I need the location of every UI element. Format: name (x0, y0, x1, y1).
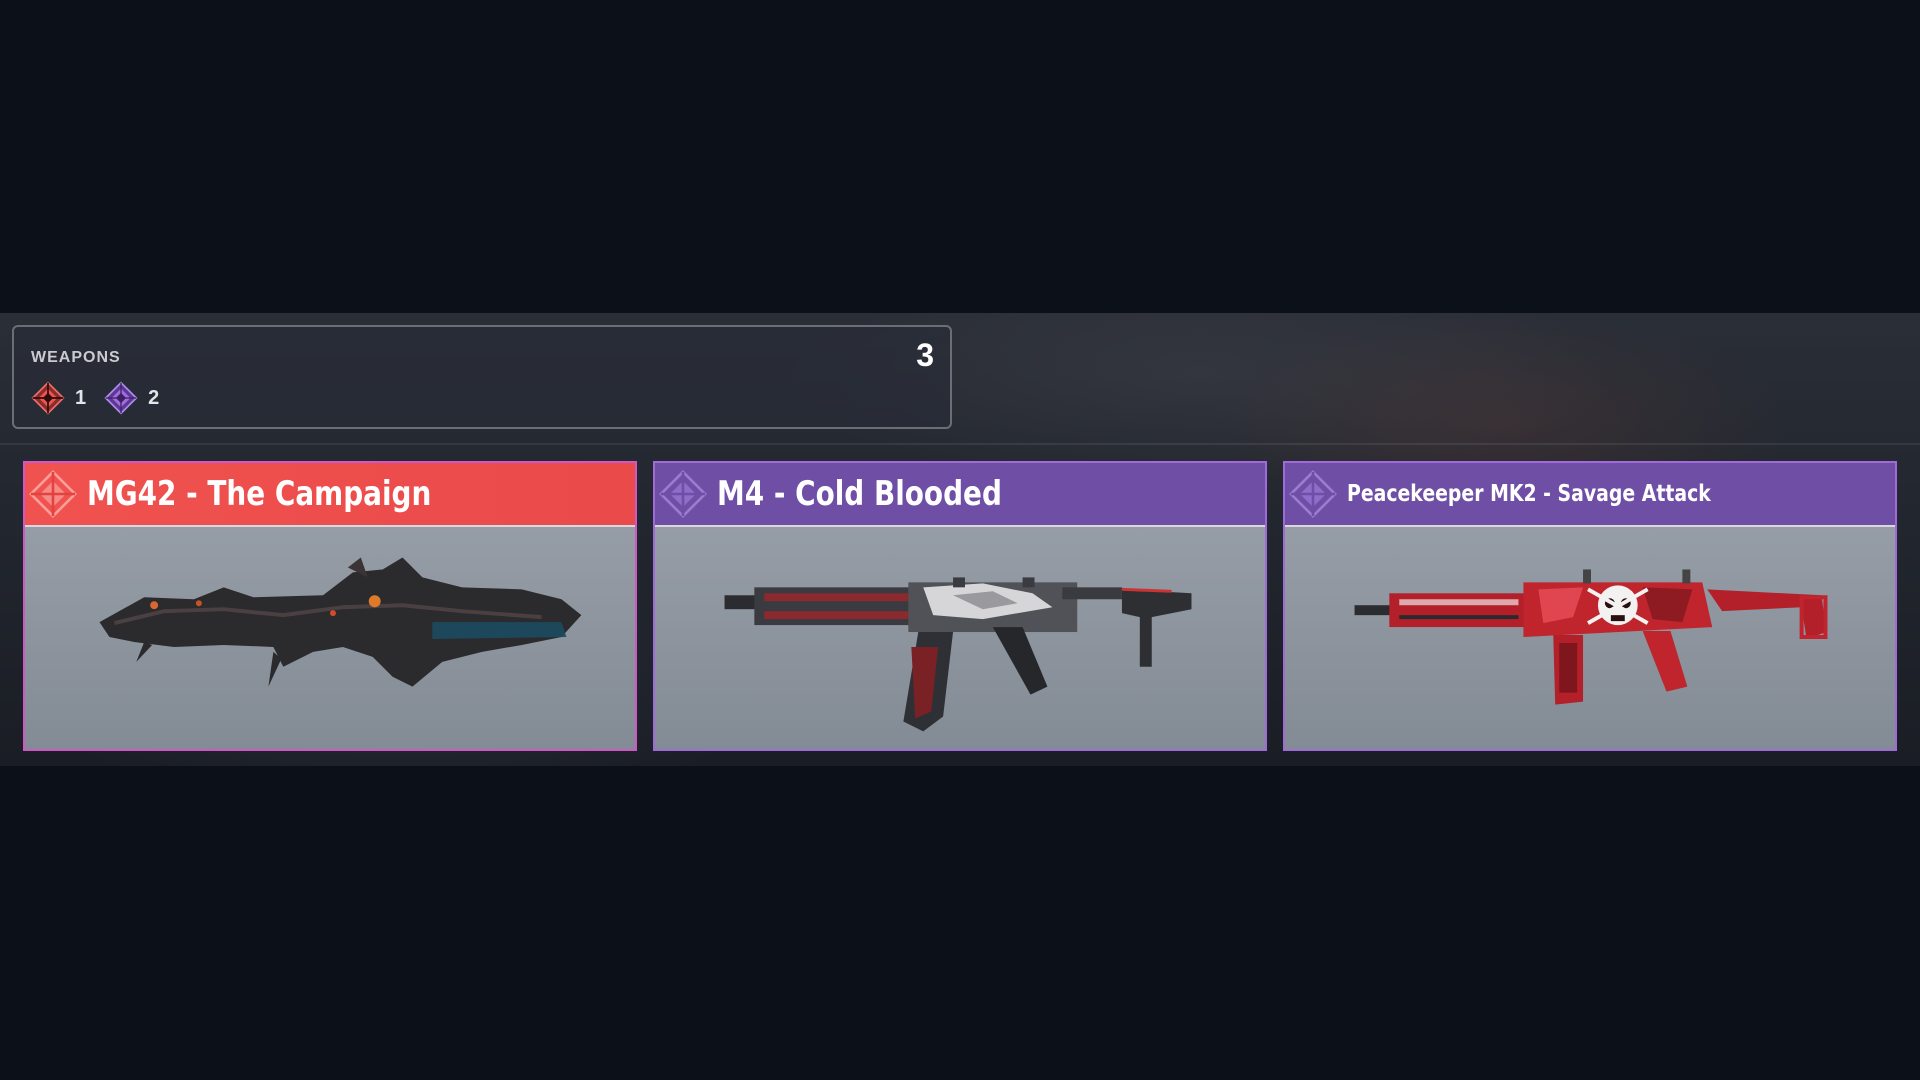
weapons-panel: WEAPONS 3 1 2 MG42 - The Campaign M4 - C… (0, 313, 1920, 766)
rarity-breakdown: 1 2 (31, 381, 177, 415)
epic-rarity-icon (659, 470, 707, 518)
epic-rarity-icon (104, 381, 138, 415)
weapon-card-m4[interactable]: M4 - Cold Blooded (653, 461, 1267, 751)
weapon-card-list: MG42 - The Campaign M4 - Cold Blooded Pe… (23, 461, 1897, 751)
peacekeeper-mk2-weapon-image (1354, 569, 1828, 705)
m4-weapon-image (724, 577, 1192, 732)
epic-count: 2 (148, 386, 160, 409)
weapons-summary: WEAPONS 3 1 2 (12, 325, 952, 429)
weapons-total-count: 3 (916, 337, 934, 373)
weapon-card-header: M4 - Cold Blooded (655, 463, 1265, 527)
weapon-card-peacekeeper-mk2[interactable]: Peacekeeper MK2 - Savage Attack (1283, 461, 1897, 751)
weapons-summary-title: WEAPONS (31, 349, 121, 366)
mg42-weapon-image (99, 557, 582, 687)
legendary-rarity-icon (29, 470, 77, 518)
legendary-count: 1 (75, 386, 87, 409)
weapon-name: M4 - Cold Blooded (717, 474, 1002, 514)
weapon-card-header: MG42 - The Campaign (25, 463, 635, 527)
weapon-name: MG42 - The Campaign (87, 474, 432, 514)
legendary-rarity-icon (31, 381, 65, 415)
panel-divider (0, 443, 1920, 445)
weapon-card-header: Peacekeeper MK2 - Savage Attack (1285, 463, 1895, 527)
epic-rarity-icon (1289, 470, 1337, 518)
weapon-card-mg42[interactable]: MG42 - The Campaign (23, 461, 637, 751)
weapon-name: Peacekeeper MK2 - Savage Attack (1347, 481, 1711, 507)
